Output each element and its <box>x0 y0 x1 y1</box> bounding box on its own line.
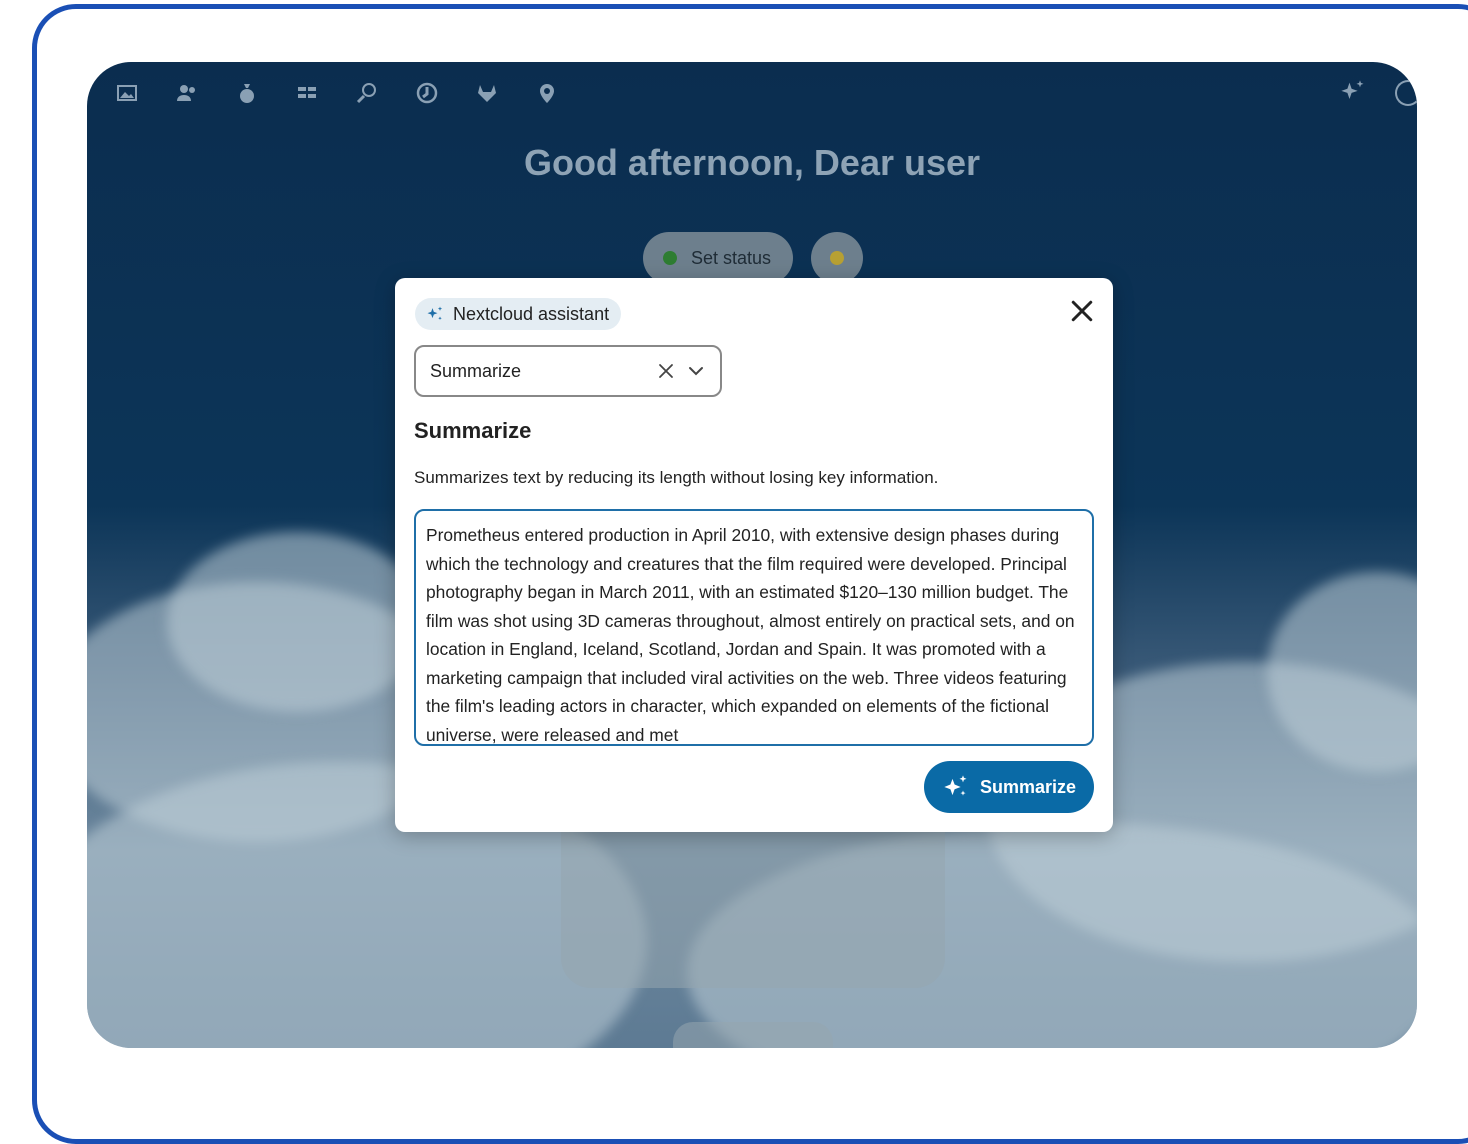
weather-sun-icon <box>830 251 844 265</box>
assistant-sparkle-icon[interactable] <box>1339 78 1367 106</box>
contacts-icon[interactable] <box>175 78 235 108</box>
activity-icon[interactable] <box>415 78 475 108</box>
task-description: Summarizes text by reducing its length w… <box>414 468 939 487</box>
chevron-down-icon[interactable] <box>684 359 708 383</box>
customize-pill <box>673 1022 833 1048</box>
online-status-dot <box>663 251 677 265</box>
greeting-heading: Good afternoon, Dear user <box>523 142 981 183</box>
sparkle-icon <box>944 775 967 796</box>
assistant-chip-label: Nextcloud assistant <box>453 303 610 324</box>
app-navigation <box>115 78 595 108</box>
search-people-icon[interactable] <box>355 78 415 108</box>
apps-grid-icon[interactable] <box>295 78 355 108</box>
task-title: Summarize <box>414 418 532 443</box>
assistant-chip: Nextcloud assistant <box>415 298 622 330</box>
set-status-button[interactable]: Set status <box>643 232 793 284</box>
assistant-sparkle-icon <box>427 306 443 320</box>
set-status-label: Set status <box>691 247 772 268</box>
assistant-dialog: Nextcloud assistant Summarize Summarize … <box>395 278 1113 832</box>
task-type-value: Summarize <box>430 360 522 381</box>
photos-icon[interactable] <box>115 78 175 108</box>
location-icon[interactable] <box>535 78 595 108</box>
close-icon[interactable] <box>1067 296 1097 326</box>
summarize-button-label: Summarize <box>979 776 1077 797</box>
money-bag-icon[interactable] <box>235 78 295 108</box>
search-icon[interactable] <box>1395 80 1417 106</box>
input-textarea[interactable]: Prometheus entered production in April 2… <box>414 509 1094 746</box>
summarize-button[interactable]: Summarize <box>924 761 1094 813</box>
cloud <box>167 532 427 712</box>
task-type-select[interactable]: Summarize <box>414 345 722 397</box>
weather-button[interactable] <box>811 232 863 284</box>
gitlab-icon[interactable] <box>475 78 535 108</box>
clear-icon[interactable] <box>654 359 678 383</box>
